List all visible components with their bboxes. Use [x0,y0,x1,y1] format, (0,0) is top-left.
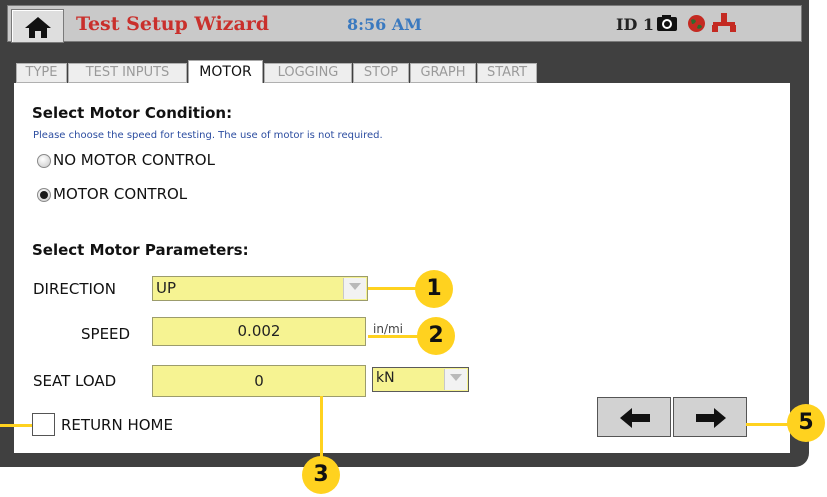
direction-value: UP [156,279,177,297]
tab-test-inputs[interactable]: TEST INPUTS [68,63,187,83]
tab-motor[interactable]: MOTOR [188,60,263,84]
direction-label: DIRECTION [33,280,116,298]
seat-load-input[interactable]: 0 [152,365,366,397]
no-motor-control-label[interactable]: NO MOTOR CONTROL [53,151,215,169]
speed-input[interactable]: 0.002 [152,317,366,346]
arrow-left-icon [620,408,650,428]
app-title: Test Setup Wizard [76,13,270,35]
callout-5-line [746,423,790,426]
motor-condition-heading: Select Motor Condition: [32,104,233,122]
globe-icon[interactable] [687,14,706,33]
arrow-right-icon [696,408,726,428]
return-home-checkbox[interactable] [32,413,55,436]
seat-load-label: SEAT LOAD [33,372,117,390]
camera-icon[interactable] [656,13,678,33]
tab-start[interactable]: START [477,63,537,83]
direction-dropdown[interactable]: UP [152,276,368,301]
callout-5: 5 [787,404,825,442]
seat-load-unit-dropdown[interactable]: kN [372,367,469,392]
device-id: ID 1 [616,15,655,34]
callout-3-line [320,396,323,460]
callout-1: 1 [415,270,453,308]
tab-stop[interactable]: STOP [353,63,409,83]
callout-1-line [368,287,418,290]
speed-label: SPEED [81,325,131,343]
tab-type[interactable]: TYPE [16,63,67,83]
home-button[interactable] [11,9,64,43]
dropdown-arrow-icon [444,369,467,390]
motor-condition-note: Please choose the speed for testing. The… [33,130,383,141]
clock: 8:56 AM [347,15,422,34]
dropdown-arrow-icon [343,278,366,299]
tab-logging[interactable]: LOGGING [264,63,352,83]
callout-2: 2 [417,317,455,355]
callout-2-line [368,335,420,338]
next-button[interactable] [673,397,747,437]
speed-unit: in/mi [373,322,404,336]
home-icon [25,17,51,38]
network-icon [712,13,736,32]
motor-control-label[interactable]: MOTOR CONTROL [53,185,187,203]
no-motor-control-radio[interactable] [37,154,51,168]
callout-4-line [0,424,32,427]
motor-parameters-heading: Select Motor Parameters: [32,241,249,259]
seat-load-unit-value: kN [376,370,395,386]
callout-3: 3 [302,456,340,494]
back-button[interactable] [597,397,671,437]
motor-control-radio[interactable] [37,188,51,202]
return-home-label[interactable]: RETURN HOME [61,416,173,434]
tab-graph[interactable]: GRAPH [410,63,476,83]
